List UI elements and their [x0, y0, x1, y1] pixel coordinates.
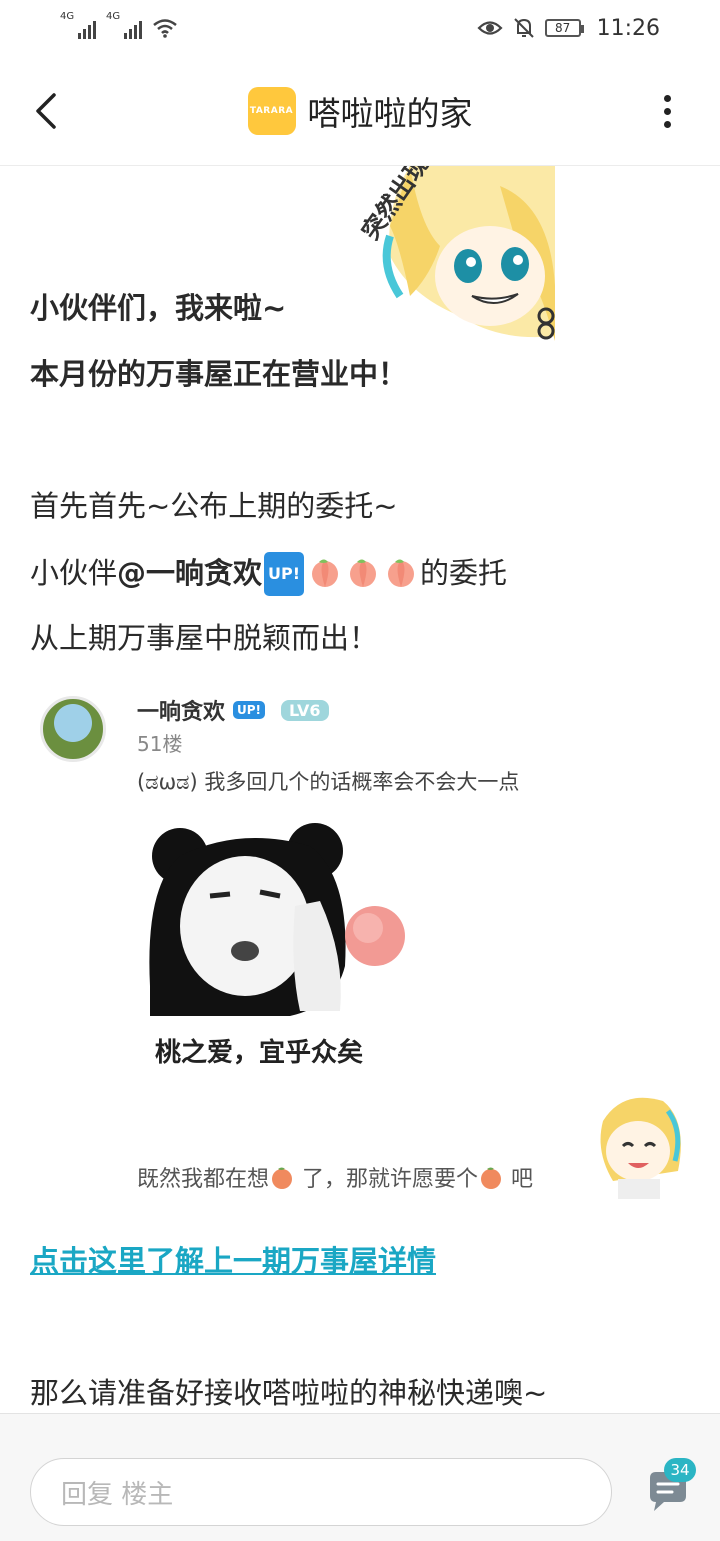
- reply-bar: 回复 楼主 34: [0, 1413, 720, 1541]
- eye-icon: [477, 21, 503, 35]
- peach-icon: [481, 1167, 502, 1189]
- status-left: 4G 4G: [60, 11, 178, 39]
- app-logo: TARARA: [247, 86, 296, 135]
- post-content: 突然出现 小伙伴们，我来啦~ 本月份的万事屋正在营业中！ 首先首先~公布上期的委…: [0, 166, 720, 1413]
- level-badge: LV6: [281, 699, 329, 721]
- mention-prefix: 小伙伴: [30, 556, 118, 590]
- status-time: 11:26: [596, 15, 660, 41]
- signal-icon: 4G: [60, 11, 96, 39]
- comment-username-row: 一晌贪欢 UP! LV6: [137, 694, 329, 726]
- meme-caption: 桃之爱，宜乎众矣: [155, 1037, 363, 1068]
- mention-suffix: 的委托: [420, 556, 508, 590]
- battery-icon: 87: [544, 19, 584, 37]
- comment-text-2: 既然我都在想 了，那就许愿要个 吧: [137, 1161, 533, 1193]
- peach-icon: [312, 559, 339, 587]
- quoted-comment-image: 一晌贪欢 UP! LV6 51楼 (ಡωಡ) 我多回几个的话概率会不会大一点 桃…: [30, 686, 690, 1226]
- anime-girl-sticker: 突然出现: [356, 166, 555, 341]
- signal-label: 4G: [106, 11, 121, 22]
- avatar: [40, 696, 106, 762]
- post-line: 从上期万事屋中脱颖而出！: [30, 621, 379, 655]
- more-menu-button[interactable]: [652, 86, 682, 136]
- details-link[interactable]: 点击这里了解上一期万事屋详情: [30, 1241, 436, 1281]
- panda-meme-drawing: 桃之爱，宜乎众矣: [140, 816, 412, 1076]
- dot-icon: [663, 107, 671, 115]
- up-badge: UP!: [233, 701, 266, 719]
- comment-count-badge: 34: [664, 1458, 696, 1482]
- user-mention-link[interactable]: @一晌贪欢: [117, 556, 262, 590]
- dot-icon: [663, 120, 671, 128]
- nav-title-wrap: TARARA 嗒啦啦的家: [247, 86, 473, 135]
- status-bar: 4G 4G 87 11:26: [0, 0, 720, 56]
- comment-text: (ಡωಡ) 我多回几个的话概率会不会大一点: [137, 770, 520, 794]
- comment-text-part: 吧: [504, 1167, 534, 1192]
- back-button[interactable]: [28, 86, 64, 136]
- up-badge: UP!: [264, 552, 305, 596]
- comment-text-part: 既然我都在想: [137, 1167, 270, 1192]
- peach-icon: [350, 559, 377, 587]
- panda-meme-image: 桃之爱，宜乎众矣: [140, 816, 412, 1076]
- post-line-mention: 小伙伴@一晌贪欢 UP! 的委托: [30, 552, 507, 596]
- comment-text-part: 了，那就许愿要个: [295, 1167, 479, 1192]
- peach-icon: [272, 1167, 293, 1189]
- dot-icon: [663, 94, 671, 102]
- chevron-left-icon: [36, 93, 56, 129]
- signal-icon: 4G: [106, 11, 142, 39]
- post-line: 小伙伴们，我来啦~: [30, 291, 287, 325]
- signal-label: 4G: [60, 11, 75, 22]
- page-title: 嗒啦啦的家: [307, 93, 473, 133]
- status-right: 87 11:26: [477, 16, 660, 41]
- comment-floor: 51楼: [137, 732, 183, 756]
- peach-icon: [388, 559, 415, 587]
- post-line: 首先首先~公布上期的委托~: [30, 489, 398, 523]
- anime-girl-small-sticker: [600, 1097, 681, 1199]
- reply-input[interactable]: 回复 楼主: [30, 1458, 612, 1526]
- post-line: 那么请准备好接收嗒啦啦的神秘快递噢~: [30, 1376, 548, 1410]
- wifi-icon: [153, 19, 177, 38]
- post-line: 本月份的万事屋正在营业中！: [30, 357, 408, 391]
- nav-bar: TARARA 嗒啦啦的家: [0, 56, 720, 166]
- comment-username: 一晌贪欢: [137, 700, 226, 725]
- mute-bell-icon: [513, 18, 534, 38]
